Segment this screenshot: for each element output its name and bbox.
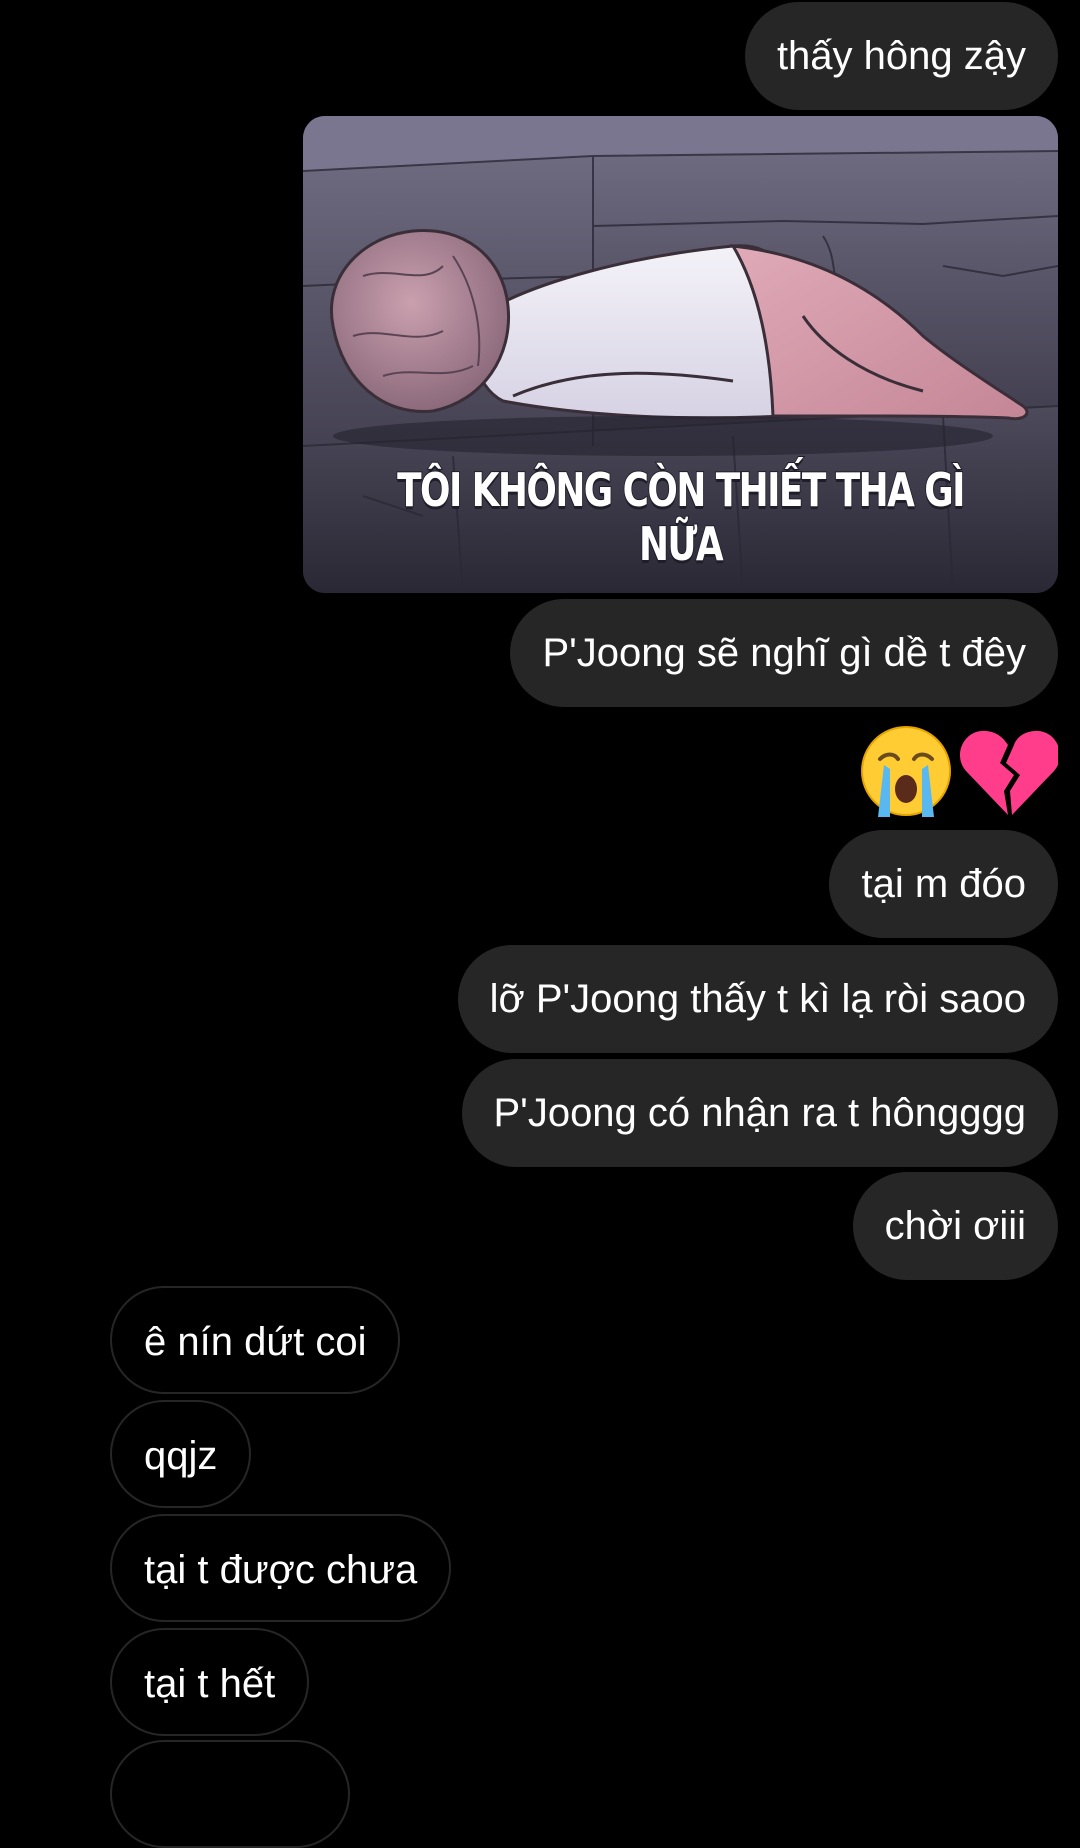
sent-message-bubble[interactable]: tại m đóo — [829, 830, 1058, 938]
message-text: lỡ P'Joong thấy t kì lạ ròi saoo — [489, 977, 1026, 1021]
received-message-bubble[interactable]: ê nín dứt coi — [110, 1286, 401, 1394]
sent-message-bubble[interactable]: lỡ P'Joong thấy t kì lạ ròi saoo — [457, 945, 1058, 1053]
sticker-image[interactable]: TÔI KHÔNG CÒN THIẾT THA GÌ NỮA — [303, 116, 1058, 593]
crying-face-icon — [858, 723, 954, 828]
message-text: tại m đóo — [861, 862, 1026, 906]
sent-message-bubble[interactable]: P'Joong có nhận ra t hôngggg — [461, 1059, 1058, 1167]
message-text: tại t hết — [144, 1662, 276, 1706]
message-text: ê nín dứt coi — [144, 1320, 367, 1364]
sent-message-bubble[interactable]: thấy hông zậy — [744, 2, 1058, 110]
received-message-bubble[interactable]: tại t được chưa — [110, 1514, 452, 1622]
received-message-bubble[interactable]: qqjz — [110, 1400, 252, 1508]
sent-message-bubble[interactable]: P'Joong sẽ nghĩ gì dề t đêy — [510, 599, 1058, 707]
broken-heart-icon — [958, 725, 1061, 826]
message-text: chời ơiii — [884, 1204, 1026, 1248]
emoji-message[interactable] — [858, 723, 1061, 828]
message-text: qqjz — [144, 1434, 218, 1478]
message-text: thấy hông zậy — [776, 34, 1026, 78]
message-text: tại t được chưa — [144, 1548, 418, 1592]
received-message-bubble[interactable]: tại t hết — [110, 1628, 310, 1736]
sticker-caption: TÔI KHÔNG CÒN THIẾT THA GÌ NỮA — [396, 462, 966, 572]
sent-message-bubble[interactable]: chời ơiii — [852, 1172, 1058, 1280]
message-text: P'Joong sẽ nghĩ gì dề t đêy — [542, 631, 1026, 675]
received-message-bubble-partial[interactable] — [110, 1740, 350, 1848]
message-text: P'Joong có nhận ra t hôngggg — [493, 1091, 1027, 1135]
